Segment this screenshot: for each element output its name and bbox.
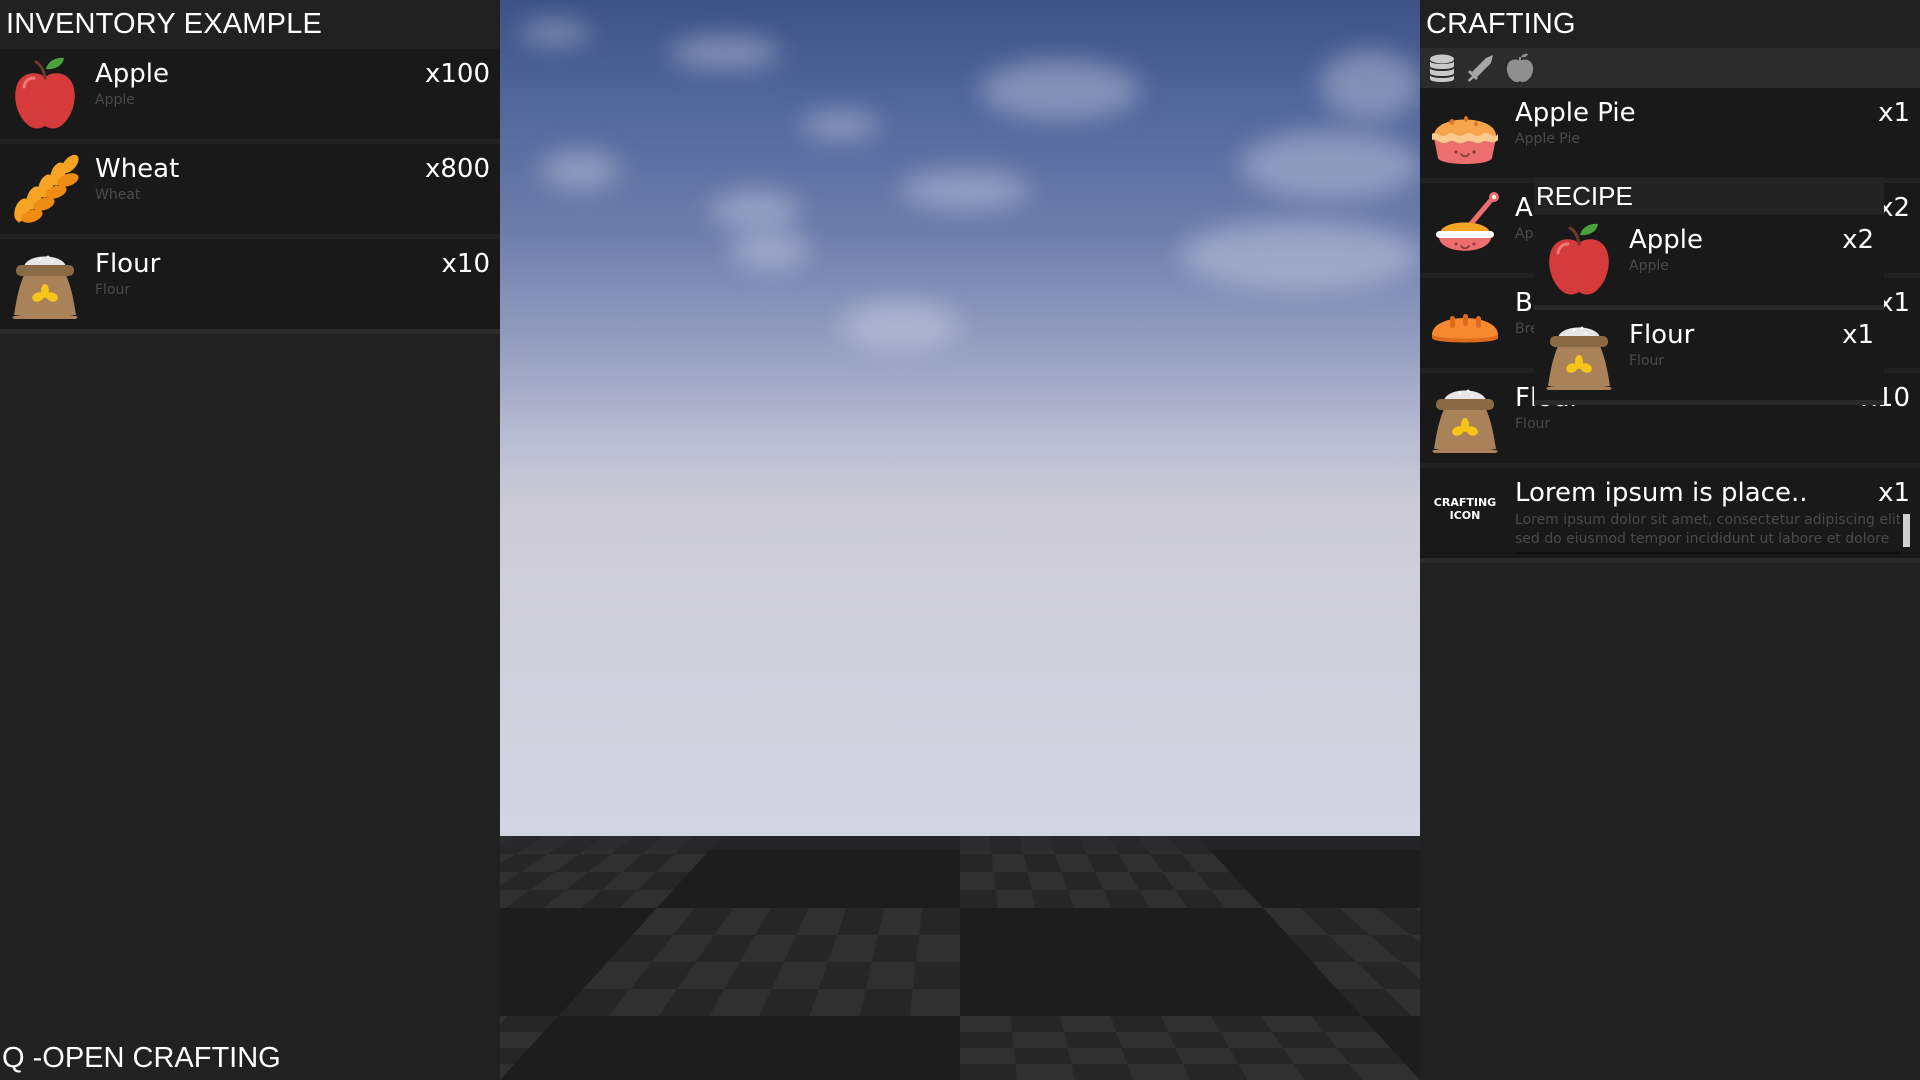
- floor-check: [1060, 1016, 1117, 1032]
- floor-check: [1220, 1032, 1284, 1048]
- recipe-title: RECIPE: [1534, 177, 1884, 215]
- description-line2: sed do eiusmod tempor incididunt ut labo…: [1515, 531, 1890, 547]
- floor-check: [909, 989, 960, 1016]
- description-underline: [1515, 552, 1900, 554]
- item-subtitle: Apple Pie: [1515, 131, 1580, 147]
- row-separator: [0, 329, 500, 334]
- crafting-placeholder-icon: CRAFTING ICON: [1428, 496, 1502, 522]
- crafting-panel: CRAFTING Apple Pie Apple Pie x1 A Ap x2 …: [1420, 0, 1920, 1080]
- item-quantity: x800: [424, 154, 490, 184]
- floor-check: [960, 1016, 1013, 1032]
- item-quantity: x1: [1878, 478, 1910, 508]
- craft-item-placeholder[interactable]: CRAFTING ICON Lorem ipsum is place.. Lor…: [1420, 468, 1920, 558]
- recipe-ingredient-flour: Flour Flour x1: [1534, 310, 1884, 400]
- game-viewport[interactable]: [500, 0, 1420, 1080]
- checkered-floor: [500, 836, 1420, 1080]
- inventory-title: INVENTORY EXAMPLE: [6, 8, 323, 40]
- craft-item-apple-pie[interactable]: Apple Pie Apple Pie x1: [1420, 88, 1920, 178]
- recipe-tooltip: RECIPE Apple Apple x2 Flour Flour x1: [1534, 177, 1884, 405]
- flour-sack-icon: [1542, 316, 1616, 394]
- ingredient-subtitle: Apple: [1629, 258, 1669, 274]
- floor-check: [809, 989, 866, 1016]
- wheat-icon: [8, 150, 82, 228]
- porridge-bowl-icon: [1428, 189, 1502, 267]
- item-name: Apple: [95, 59, 170, 89]
- item-name: Apple Pie: [1515, 98, 1636, 128]
- ingredient-quantity: x1: [1842, 320, 1874, 350]
- floor-check: [1012, 1032, 1068, 1048]
- item-subtitle: Flour: [1515, 416, 1551, 432]
- row-separator: [1420, 558, 1920, 563]
- apple-pie-icon: [1428, 94, 1502, 172]
- item-description: Lorem ipsum dolor sit amet, consectetur …: [1515, 511, 1900, 549]
- item-subtitle: Flour: [95, 282, 131, 298]
- floor-check: [915, 935, 960, 962]
- apple-food-icon[interactable]: [1504, 52, 1536, 84]
- item-name: Lorem ipsum is place..: [1515, 478, 1808, 508]
- item-name: A: [1515, 193, 1533, 223]
- resources-stack-icon[interactable]: [1426, 52, 1458, 84]
- floor-check: [960, 872, 996, 890]
- item-name: Flour: [95, 249, 161, 279]
- horizon-shade: [500, 836, 1420, 850]
- inventory-item-flour[interactable]: Flour Flour x10: [0, 239, 500, 329]
- floor-check: [1238, 1064, 1305, 1080]
- icon-text-line2: ICON: [1449, 509, 1481, 522]
- item-quantity: x10: [441, 249, 490, 279]
- apple-icon: [8, 55, 82, 133]
- description-scrollbar[interactable]: [1903, 514, 1910, 547]
- row-separator: [1534, 400, 1884, 405]
- ingredient-subtitle: Flour: [1629, 353, 1665, 369]
- floor-check: [865, 962, 916, 989]
- item-subtitle: Ap: [1515, 226, 1534, 242]
- floor-tile: [500, 1016, 960, 1080]
- crafting-category-tabs: [1420, 48, 1920, 88]
- floor-check: [1175, 1048, 1239, 1064]
- flour-sack-icon: [1428, 379, 1502, 457]
- ingredient-name: Apple: [1629, 225, 1704, 255]
- floor-check: [1067, 1048, 1128, 1064]
- item-name: B: [1515, 288, 1533, 318]
- recipe-ingredient-apple: Apple Apple x2: [1534, 215, 1884, 305]
- floor-check: [1015, 1064, 1075, 1080]
- sky-background: [500, 0, 1420, 836]
- item-quantity: x100: [424, 59, 490, 89]
- flour-sack-icon: [8, 245, 82, 323]
- floor-check: [1127, 1064, 1190, 1080]
- inventory-panel: INVENTORY EXAMPLE Apple Apple x100 Wheat…: [0, 0, 500, 1080]
- ingredient-quantity: x2: [1842, 225, 1874, 255]
- floor-check: [1027, 872, 1068, 890]
- icon-text-line1: CRAFTING: [1433, 496, 1497, 509]
- apple-icon: [1542, 221, 1616, 299]
- floor-check: [995, 890, 1036, 908]
- crafting-title: CRAFTING: [1426, 8, 1576, 40]
- bread-icon: [1428, 284, 1502, 362]
- floor-check: [1116, 1032, 1176, 1048]
- item-subtitle: Apple: [95, 92, 135, 108]
- floor-check: [1160, 1016, 1221, 1032]
- ingredient-name: Flour: [1629, 320, 1695, 350]
- item-name: Wheat: [95, 154, 180, 184]
- sword-icon[interactable]: [1464, 52, 1496, 84]
- floor-check: [960, 1048, 1016, 1064]
- floor-check: [991, 854, 1028, 872]
- floor-grid: [500, 836, 1420, 1080]
- inventory-item-wheat[interactable]: Wheat Wheat x800: [0, 144, 500, 234]
- item-subtitle: Wheat: [95, 187, 141, 203]
- open-crafting-hint: Q -OPEN CRAFTING: [2, 1042, 281, 1074]
- inventory-item-apple[interactable]: Apple Apple x100: [0, 49, 500, 139]
- item-quantity: x1: [1878, 98, 1910, 128]
- description-line1: Lorem ipsum dolor sit amet, consectetur …: [1515, 512, 1900, 528]
- floor-check: [878, 908, 923, 935]
